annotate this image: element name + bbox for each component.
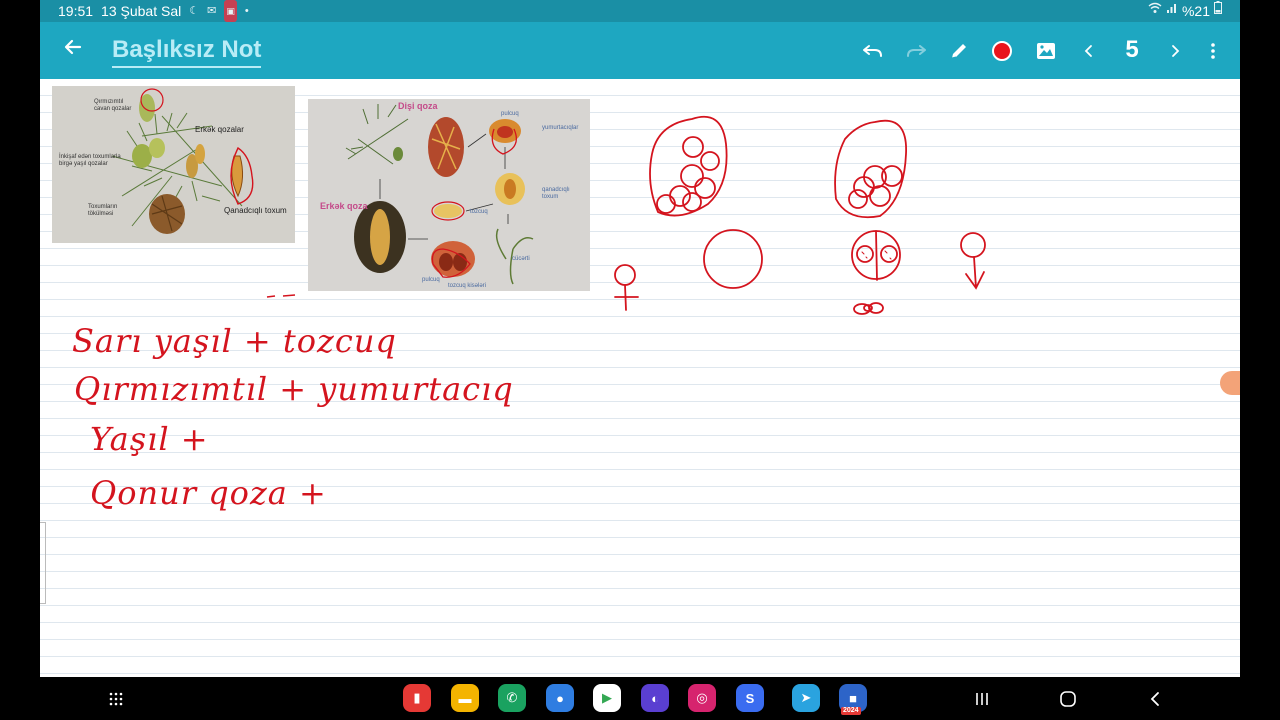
- back-icon[interactable]: [1143, 687, 1167, 711]
- internet-glyph: ◐: [651, 690, 659, 706]
- status-right: %21: [1148, 0, 1222, 22]
- status-time: 19:51: [58, 3, 94, 19]
- dot-icon: •: [244, 5, 249, 17]
- redo-icon[interactable]: [903, 38, 929, 64]
- home-icon[interactable]: [1056, 687, 1080, 711]
- recents-icon[interactable]: [970, 687, 994, 711]
- handwriting-line-2: Qırmızımtıl + yumurtacıq: [74, 370, 514, 408]
- telegram-glyph: ➤: [800, 690, 812, 705]
- status-bar: 19:51 13 Şubat Sal ☾ ✉ ▣ • %21: [40, 0, 1240, 22]
- app-badge-icon: ▣: [224, 0, 237, 22]
- handwriting-line-4: Qonur qoza +: [90, 474, 327, 512]
- label-yumurtaciqlar: yumurtacıqlar: [542, 125, 579, 131]
- moon-icon: ☾: [189, 5, 200, 17]
- label-tozcuq-kiseleri: tozcuq kisələri: [448, 283, 487, 289]
- ink-top-mark: [265, 291, 305, 301]
- label-pulcuq2: pulcuq: [422, 277, 440, 283]
- recorder-badge: 2024: [841, 707, 861, 715]
- recorder-app-icon[interactable]: ■ 2024: [839, 684, 867, 715]
- navigation-bar: ▮ ▬ ✆ ● ▶ ◐ ◎ S ➤ ■ 2024: [40, 677, 1240, 720]
- flipboard-app-icon[interactable]: ▮: [403, 684, 431, 712]
- app-toolbar: Başlıksız Not 5: [40, 22, 1240, 79]
- pen-icon[interactable]: [946, 38, 972, 64]
- app-drawer-icon[interactable]: [104, 687, 128, 711]
- undo-icon[interactable]: [860, 38, 886, 64]
- telegram-app-icon[interactable]: ➤: [792, 684, 820, 712]
- label-qanadcigli: Qanadcıqlı toxum: [224, 206, 287, 215]
- play-store-app-icon[interactable]: ▶: [593, 684, 621, 712]
- ink-sketches[interactable]: [600, 104, 1000, 324]
- signal-icon: [1166, 0, 1178, 22]
- battery-icon: [1214, 0, 1222, 22]
- label-erkek-qoza: Erkək qoza: [320, 201, 368, 211]
- mail-icon: ✉: [207, 5, 217, 17]
- label-inkisaf: İnkişaf edən toxumlarla birgə yaşıl qoza…: [59, 154, 121, 167]
- recorder-glyph: ■: [849, 690, 857, 706]
- page-edge-frame: [40, 522, 46, 604]
- shazam-app-icon[interactable]: S: [736, 684, 764, 712]
- label-toxumlarin: Toxumların tökülməsi: [88, 204, 118, 217]
- scroll-handle[interactable]: [1220, 371, 1240, 395]
- pine-cycle-diagram-photo[interactable]: Dişi qoza pulcuq yumurtacıqlar Erkək qoz…: [308, 99, 590, 291]
- tablet-screen: 19:51 13 Şubat Sal ☾ ✉ ▣ • %21 Başlıksız…: [40, 0, 1240, 720]
- messages-glyph: ●: [556, 690, 564, 706]
- battery-percent: %21: [1181, 3, 1210, 19]
- phone-app-icon[interactable]: ✆: [498, 684, 526, 712]
- image-icon[interactable]: [1033, 38, 1059, 64]
- label-disi: Dişi qoza: [398, 101, 438, 111]
- note-title[interactable]: Başlıksız Not: [112, 36, 262, 68]
- note-canvas[interactable]: Qırmızımtıl cavan qozalar Erkək qozalar …: [40, 79, 1240, 677]
- internet-app-icon[interactable]: ◐: [641, 684, 669, 712]
- label-tozcuq: tozcuq: [470, 209, 488, 215]
- more-menu-icon[interactable]: [1200, 38, 1226, 64]
- status-date: 13 Şubat Sal: [101, 3, 182, 19]
- handwriting-line-3: Yaşıl +: [90, 420, 209, 458]
- page-number[interactable]: 5: [1120, 36, 1144, 64]
- wifi-icon: [1148, 0, 1162, 22]
- flipboard-glyph: ▮: [413, 690, 421, 705]
- label-cucerti: cücərti: [512, 256, 530, 262]
- phone-glyph: ✆: [506, 690, 518, 705]
- files-glyph: ▬: [458, 690, 472, 706]
- ink-drawing: [614, 115, 986, 315]
- label-qanadcigli-toxum: qanadcıqlı toxum: [542, 187, 570, 200]
- pen-color-swatch: [992, 41, 1012, 61]
- label-puleyic: pulcuq: [501, 111, 519, 117]
- status-left: 19:51 13 Şubat Sal ☾ ✉ ▣ •: [58, 0, 249, 22]
- files-app-icon[interactable]: ▬: [451, 684, 479, 712]
- messages-app-icon[interactable]: ●: [546, 684, 574, 712]
- instagram-glyph: ◎: [696, 690, 708, 705]
- shazam-glyph: S: [745, 690, 755, 706]
- color-icon[interactable]: [989, 38, 1015, 64]
- back-arrow-icon[interactable]: [60, 36, 86, 64]
- next-page-icon[interactable]: [1162, 38, 1188, 64]
- play-store-glyph: ▶: [602, 690, 612, 705]
- handwriting-line-1: Sarı yaşıl + tozcuq: [72, 322, 397, 360]
- label-erkek: Erkək qozalar: [195, 125, 244, 134]
- label-qirmizimtil: Qırmızımtıl cavan qozalar: [94, 99, 132, 112]
- prev-page-icon[interactable]: [1076, 38, 1102, 64]
- instagram-app-icon[interactable]: ◎: [688, 684, 716, 712]
- pine-branch-photo[interactable]: Qırmızımtıl cavan qozalar Erkək qozalar …: [52, 86, 295, 243]
